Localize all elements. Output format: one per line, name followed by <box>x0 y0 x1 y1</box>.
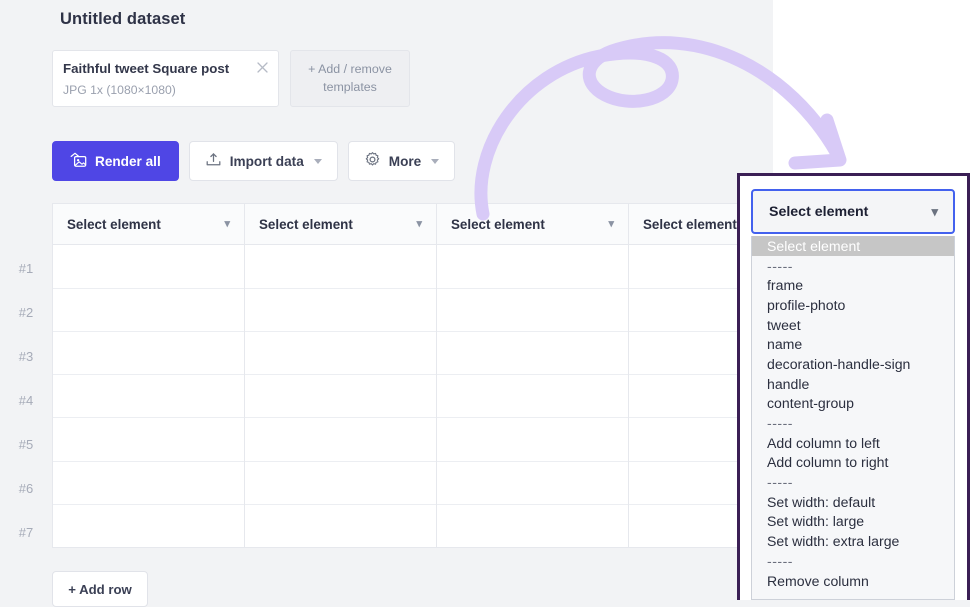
grid-cell[interactable] <box>245 289 436 332</box>
templates-row: Faithful tweet Square post JPG 1x (1080×… <box>52 50 410 107</box>
select-element-trigger[interactable]: Select element ▾ <box>751 189 955 234</box>
grid-column: Select element ▾ <box>245 204 437 548</box>
grid-cell[interactable] <box>437 289 628 332</box>
dropdown-separator: ----- <box>752 472 954 492</box>
template-card[interactable]: Faithful tweet Square post JPG 1x (1080×… <box>52 50 279 107</box>
chevron-down-icon: ▾ <box>931 205 938 218</box>
dropdown-option[interactable]: Add column to right <box>752 453 954 473</box>
grid-cell[interactable] <box>437 505 628 548</box>
grid-cell[interactable] <box>53 245 244 288</box>
column-header-label: Select element <box>451 217 545 232</box>
dropdown-option[interactable]: profile-photo <box>752 295 954 315</box>
row-number: #6 <box>0 466 52 510</box>
template-meta: JPG 1x (1080×1080) <box>63 83 266 97</box>
column-header-select[interactable]: Select element ▾ <box>437 204 628 245</box>
render-all-label: Render all <box>95 154 161 169</box>
chevron-down-icon: ▾ <box>608 219 614 230</box>
toolbar: Render all Import data More <box>52 141 455 181</box>
import-data-button[interactable]: Import data <box>189 141 338 181</box>
gear-icon <box>364 151 381 171</box>
grid-cell[interactable] <box>437 245 628 288</box>
add-row-button[interactable]: + Add row <box>52 571 148 607</box>
close-icon[interactable] <box>255 60 270 75</box>
dropdown-option[interactable]: frame <box>752 275 954 295</box>
row-number: #2 <box>0 290 52 334</box>
add-remove-templates-label-1: + Add / remove <box>308 62 392 76</box>
row-number: #4 <box>0 378 52 422</box>
add-row-label: + Add row <box>68 582 132 597</box>
chevron-down-icon: ▾ <box>416 219 422 230</box>
row-number: #1 <box>0 246 52 290</box>
grid-cell[interactable] <box>437 462 628 505</box>
more-button[interactable]: More <box>348 141 455 181</box>
grid-cell[interactable] <box>437 332 628 375</box>
select-element-trigger-label: Select element <box>769 204 868 220</box>
grid-cell[interactable] <box>53 418 244 461</box>
dropdown-option[interactable]: content-group <box>752 394 954 414</box>
dropdown-option[interactable]: tweet <box>752 315 954 335</box>
caret-down-icon <box>314 159 322 164</box>
row-number-gutter: #1#2#3#4#5#6#7 <box>0 203 52 551</box>
grid-column: Select element ▾ <box>437 204 629 548</box>
dropdown-separator: ----- <box>752 413 954 433</box>
dropdown-option[interactable]: Select element <box>752 236 954 256</box>
grid-cell[interactable] <box>53 332 244 375</box>
dropdown-option[interactable]: Set width: extra large <box>752 531 954 551</box>
dropdown-option[interactable]: Add column to left <box>752 433 954 453</box>
row-number: #7 <box>0 510 52 554</box>
dropdown-separator: ----- <box>752 551 954 571</box>
add-remove-templates-button[interactable]: + Add / remove templates <box>290 50 410 107</box>
caret-down-icon <box>431 159 439 164</box>
dropdown-option[interactable]: decoration-handle-sign <box>752 354 954 374</box>
grid-cell[interactable] <box>53 505 244 548</box>
template-name: Faithful tweet Square post <box>63 61 266 76</box>
import-data-label: Import data <box>230 154 304 169</box>
column-header-select[interactable]: Select element ▾ <box>245 204 436 245</box>
more-label: More <box>389 154 421 169</box>
import-box-icon <box>205 151 222 171</box>
grid-cell[interactable] <box>245 332 436 375</box>
grid-cell[interactable] <box>245 505 436 548</box>
dropdown-option[interactable]: Set width: default <box>752 492 954 512</box>
grid-cell[interactable] <box>245 418 436 461</box>
element-dropdown-list[interactable]: Select element-----frameprofile-phototwe… <box>751 236 955 600</box>
column-header-select[interactable]: Select element ▾ <box>53 204 244 245</box>
image-render-icon <box>70 152 87 171</box>
add-remove-templates-label-2: templates <box>323 80 377 94</box>
row-number: #5 <box>0 422 52 466</box>
grid-cell[interactable] <box>53 375 244 418</box>
grid-cell[interactable] <box>437 375 628 418</box>
dropdown-option[interactable]: name <box>752 334 954 354</box>
dropdown-option[interactable]: Remove column <box>752 571 954 591</box>
dropdown-option[interactable]: Set width: large <box>752 512 954 532</box>
dropdown-option[interactable]: handle <box>752 374 954 394</box>
grid-cell[interactable] <box>53 289 244 332</box>
chevron-down-icon: ▾ <box>224 219 230 230</box>
grid-column: Select element ▾ <box>53 204 245 548</box>
element-dropdown-overlay: Select element ▾ Select element-----fram… <box>737 173 970 600</box>
grid-table: Select element▾Select element▾Select ele… <box>52 203 821 548</box>
grid-cell[interactable] <box>245 462 436 505</box>
dropdown-separator: ----- <box>752 256 954 276</box>
column-header-label: Select element <box>643 217 737 232</box>
column-header-label: Select element <box>67 217 161 232</box>
column-header-label: Select element <box>259 217 353 232</box>
grid-cell[interactable] <box>245 245 436 288</box>
render-all-button[interactable]: Render all <box>52 141 179 181</box>
grid-cell[interactable] <box>437 418 628 461</box>
row-number: #3 <box>0 334 52 378</box>
grid-cell[interactable] <box>53 462 244 505</box>
page-title: Untitled dataset <box>60 10 185 29</box>
grid-cell[interactable] <box>245 375 436 418</box>
